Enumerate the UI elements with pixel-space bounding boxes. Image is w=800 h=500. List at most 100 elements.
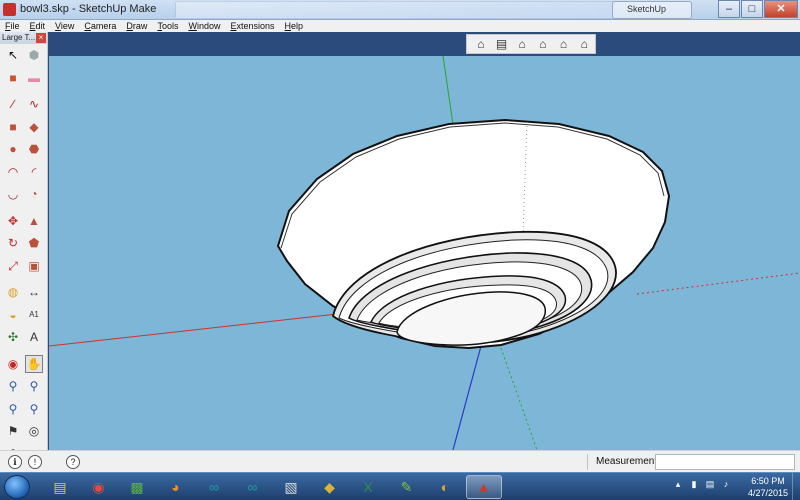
zoom-extents-icon[interactable]: ⚲ (25, 400, 43, 418)
tool-row: ■ ◆ (4, 118, 47, 141)
maximize-button[interactable]: □ (741, 0, 763, 18)
rotated-rectangle-icon[interactable]: ◆ (25, 118, 43, 136)
two-point-arc-icon[interactable]: ◜ (25, 163, 43, 181)
pan-icon[interactable]: ✋ (25, 354, 43, 373)
axes-icon[interactable]: ✣ (4, 328, 22, 346)
menu-file[interactable]: File (0, 20, 25, 32)
red-axis (49, 313, 338, 347)
right-view-icon[interactable]: ⌂ (533, 36, 553, 52)
menu-camera[interactable]: Camera (79, 20, 121, 32)
three-point-arc-icon[interactable]: ◡ (4, 185, 22, 203)
follow-me-icon[interactable]: ⬟ (25, 234, 43, 252)
tool-row: ↖ ⬢ (4, 46, 47, 69)
scene-canvas[interactable] (49, 56, 800, 450)
measurements-input[interactable] (655, 454, 795, 470)
rectangle-icon[interactable]: ■ (4, 118, 22, 136)
zoom-icon[interactable]: ⚲ (4, 377, 22, 395)
paint-icon[interactable]: ◐ (427, 475, 463, 499)
top-view-icon[interactable]: ▤ (492, 36, 512, 52)
tool-row: ◍ ↔ (4, 283, 47, 306)
minimize-button[interactable]: – (718, 0, 740, 18)
arc-icon[interactable]: ◠ (4, 163, 22, 181)
circle-icon[interactable]: ● (4, 140, 22, 158)
iso-view-icon[interactable]: ⌂ (471, 36, 491, 52)
tool-row: ⚑ ◎ (4, 422, 47, 445)
dimension-icon[interactable]: ↔ (25, 283, 43, 301)
modeling-viewport[interactable] (49, 56, 800, 450)
show-hidden-icons[interactable]: ▴ (672, 477, 684, 491)
credits-icon[interactable]: ! (28, 455, 42, 469)
close-button[interactable]: ✕ (764, 0, 798, 18)
help-icon[interactable]: ? (66, 455, 80, 469)
firefox-icon[interactable]: ◕ (158, 475, 194, 499)
offset-icon[interactable]: ▣ (25, 257, 43, 275)
rotate-icon[interactable]: ↻ (4, 234, 22, 252)
back-view-icon[interactable]: ⌂ (554, 36, 574, 52)
network-icon[interactable]: ▤ (704, 477, 716, 491)
file-explorer-icon[interactable]: ▤ (42, 475, 78, 499)
geo-location-icon[interactable]: ℹ (8, 455, 22, 469)
orbit-icon[interactable]: ◉ (4, 355, 22, 373)
battery-icon[interactable]: ▮ (688, 477, 700, 491)
menu-extensions[interactable]: Extensions (225, 20, 279, 32)
browser-tab[interactable]: SketchUp (612, 1, 692, 19)
volume-icon[interactable]: ♪ (720, 477, 732, 491)
large-toolset-panel: Large T... × ↖ ⬢ ■ ▬ ∕ ∿ ■ ◆ ● ⬣ ◠ ◜ ◡ ◔ ✥ ▲ ↻ ⬟ ⤢ ▣ ◍ ↔ ◒ A1 ✣ A… (0, 32, 48, 460)
zoom-window-icon[interactable]: ⚲ (25, 377, 43, 395)
text-icon[interactable]: A1 (25, 306, 43, 324)
blue-axis (452, 345, 482, 450)
pencil-icon[interactable]: ∕ (4, 95, 22, 113)
look-around-icon[interactable]: ◎ (25, 422, 43, 440)
color-blocks-icon[interactable]: ▩ (119, 475, 155, 499)
menu-window[interactable]: Window (183, 20, 225, 32)
tool-row: ⚲ ⚲ (4, 377, 47, 400)
status-separator (587, 454, 588, 470)
show-desktop-button[interactable] (792, 473, 800, 500)
protractor-icon[interactable]: ◒ (4, 306, 22, 324)
toolset-header[interactable]: Large T... × (0, 32, 47, 44)
pie-icon[interactable]: ◔ (25, 185, 43, 203)
system-tray: ▴ ▮ ▤ ♪ (672, 477, 736, 491)
arduino-icon[interactable]: ∞ (196, 475, 232, 499)
tool-row: ✥ ▲ (4, 212, 47, 235)
menu-tools[interactable]: Tools (152, 20, 183, 32)
clock-date: 4/27/2015 (748, 488, 789, 498)
scale-icon[interactable]: ⤢ (4, 257, 22, 275)
arduino-2-icon[interactable]: ∞ (235, 475, 271, 499)
background-browser-tabs (175, 1, 615, 19)
tool-row: ⤢ ▣ (4, 257, 47, 280)
toolset-title: Large T... (2, 33, 36, 42)
3d-text-icon[interactable]: A (25, 328, 43, 346)
notepad-icon[interactable]: ✎ (389, 475, 425, 499)
paint-bucket-icon[interactable]: ■ (4, 69, 22, 87)
tool-row: ◉ ✋ (4, 354, 47, 378)
menu-draw[interactable]: Draw (121, 20, 152, 32)
sketchup-app-icon (3, 3, 16, 16)
tape-measure-icon[interactable]: ◍ (4, 283, 22, 301)
pdf-viewer-icon[interactable]: ▧ (273, 475, 309, 499)
green-axis-dotted (500, 347, 538, 450)
chrome-icon[interactable]: ◉ (81, 475, 117, 499)
clock[interactable]: 6:50 PM 4/27/2015 (748, 475, 788, 499)
menu-edit[interactable]: Edit (25, 20, 51, 32)
move-icon[interactable]: ✥ (4, 212, 22, 230)
freehand-icon[interactable]: ∿ (25, 95, 43, 113)
left-view-icon[interactable]: ⌂ (574, 36, 594, 52)
polygon-icon[interactable]: ⬣ (25, 140, 43, 158)
position-camera-icon[interactable]: ⚑ (4, 422, 22, 440)
make-component-icon[interactable]: ⬢ (25, 46, 43, 64)
cube-icon[interactable]: ◆ (312, 475, 348, 499)
eraser-icon[interactable]: ▬ (25, 69, 43, 87)
toolset-close-button[interactable]: × (36, 33, 46, 43)
front-view-icon[interactable]: ⌂ (512, 36, 532, 52)
push-pull-icon[interactable]: ▲ (25, 212, 43, 230)
excel-icon[interactable]: X (350, 475, 386, 499)
measurements-label: Measurements (596, 456, 663, 467)
zoom-previous-icon[interactable]: ⚲ (4, 400, 22, 418)
start-button[interactable] (4, 475, 30, 499)
window-title-bar: bowl3.skp - SketchUp Make SketchUp – □ ✕ (0, 0, 800, 20)
sketchup-icon[interactable]: ▲ (465, 475, 502, 499)
select-arrow-icon[interactable]: ↖ (4, 46, 22, 64)
menu-view[interactable]: View (50, 20, 79, 32)
menu-help[interactable]: Help (280, 20, 309, 32)
